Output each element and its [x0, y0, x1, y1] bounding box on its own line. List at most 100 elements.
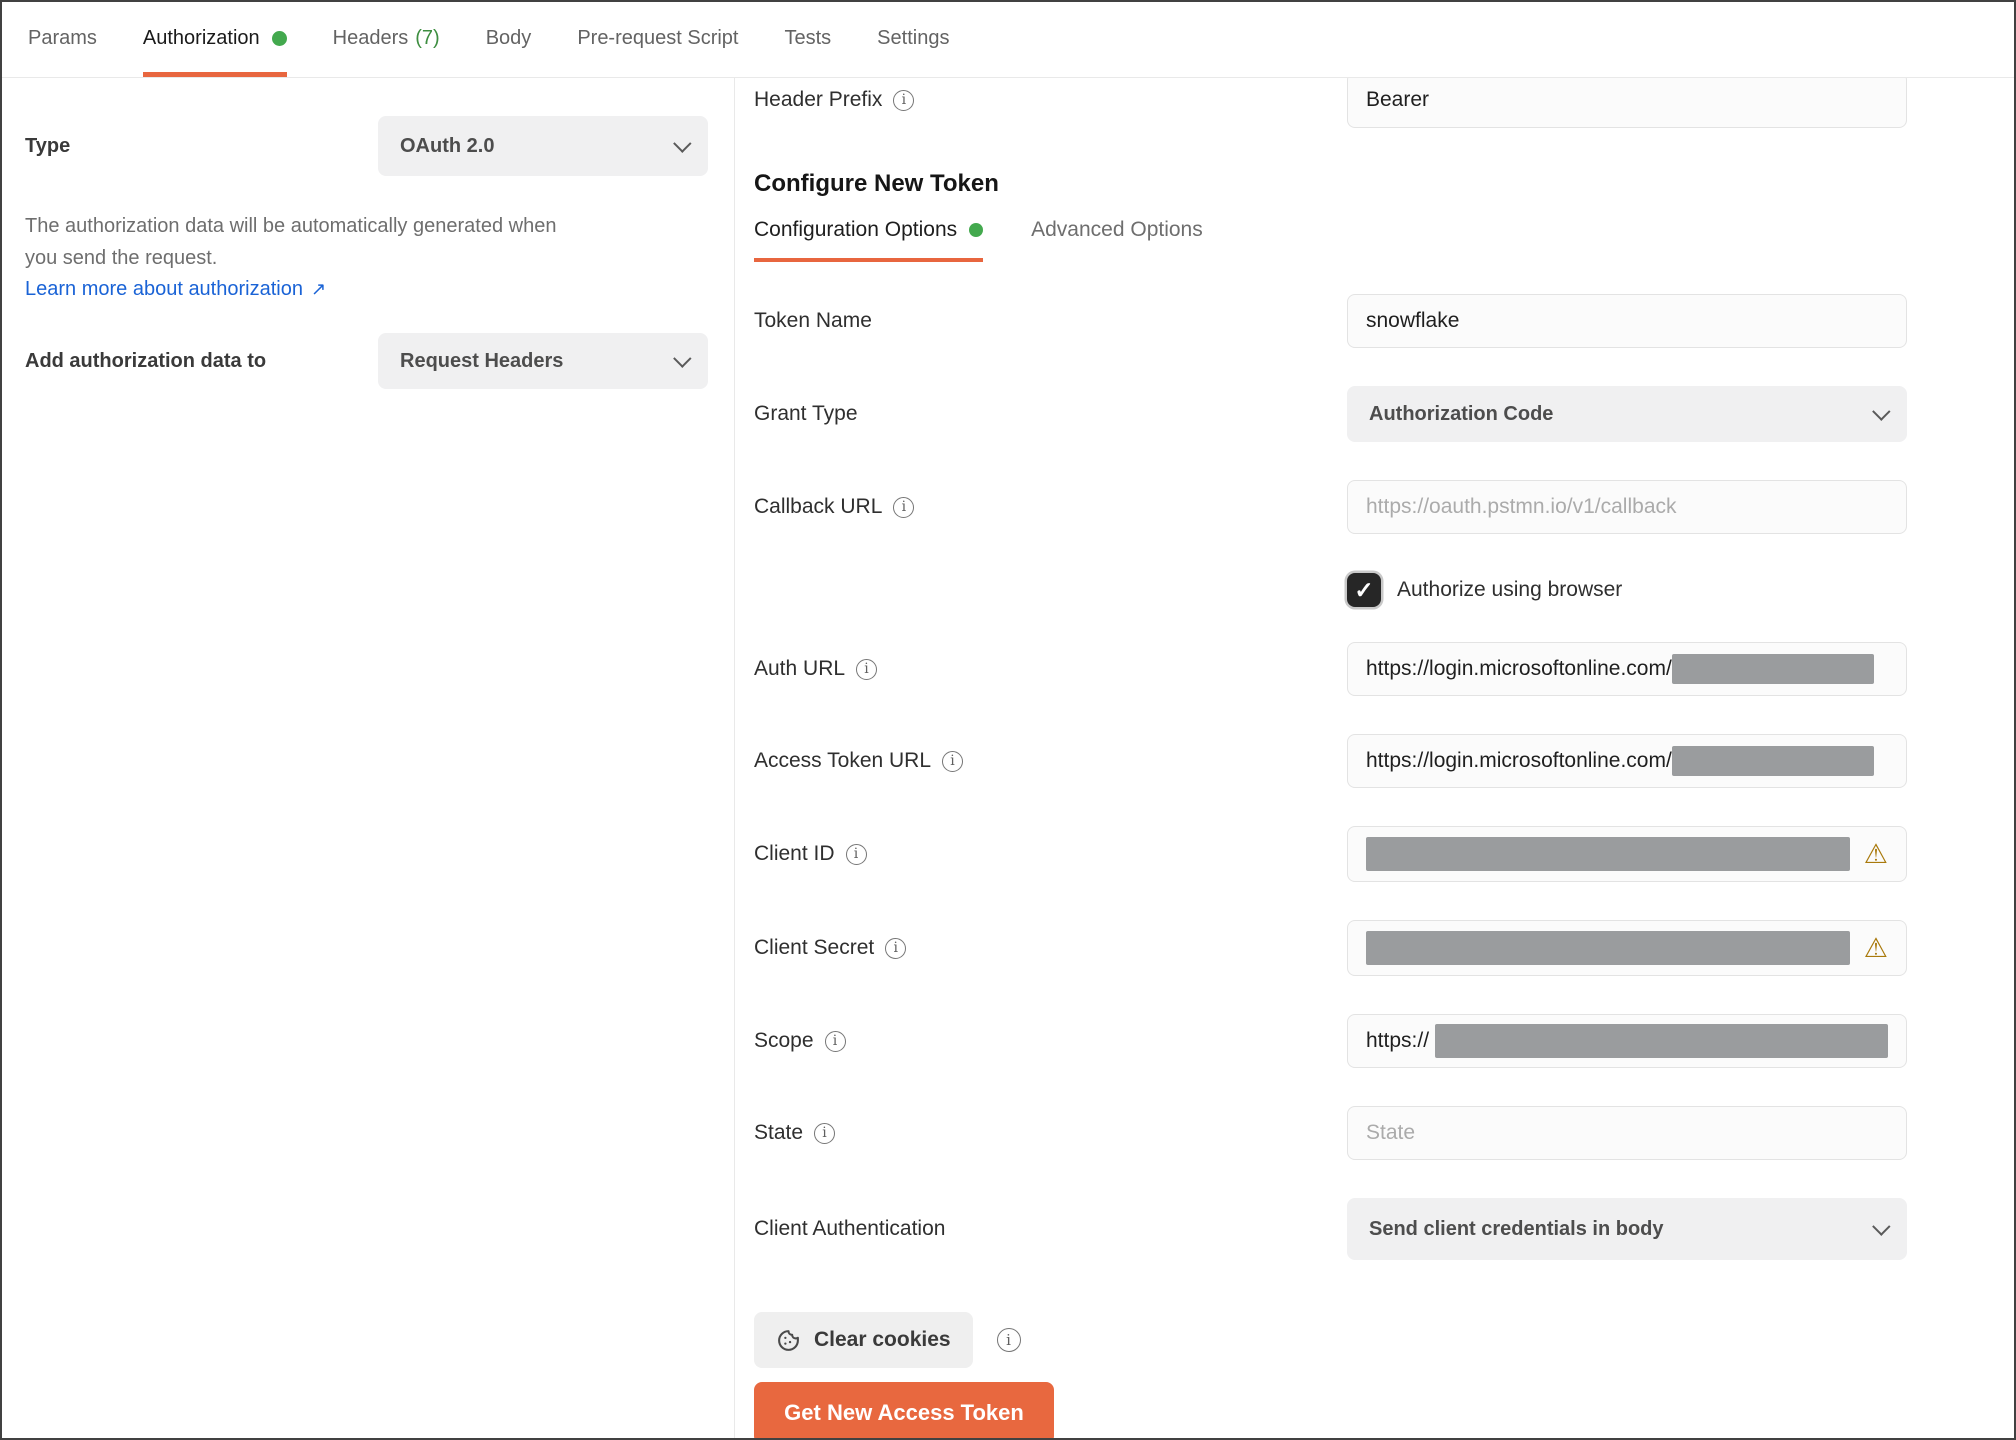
warning-icon[interactable]: ⚠: [1864, 840, 1888, 868]
header-prefix-row-label: Header Prefix i: [754, 88, 1347, 112]
tab-label: Headers: [332, 27, 409, 49]
tab-settings[interactable]: Settings: [877, 2, 949, 77]
tab-label: Authorization: [142, 27, 260, 49]
tab-advanced-options[interactable]: Advanced Options: [1031, 218, 1203, 262]
token-name-row-label: Token Name: [754, 309, 1347, 333]
redacted-value: [1435, 1024, 1888, 1058]
redacted-value: [1671, 746, 1874, 776]
get-new-access-token-label: Get New Access Token: [784, 1400, 1024, 1425]
warning-icon[interactable]: ⚠: [1864, 934, 1888, 962]
add-auth-value: Request Headers: [400, 349, 564, 372]
state-input[interactable]: [1347, 1106, 1907, 1160]
token-name-label: Token Name: [754, 309, 872, 332]
state-row-label: State i: [754, 1121, 1347, 1145]
tab-headers[interactable]: Headers (7): [333, 2, 440, 77]
scope-row-label: Scope i: [754, 1029, 1347, 1053]
grant-type-value: Authorization Code: [1369, 402, 1554, 425]
authorize-browser-checkbox[interactable]: ✓: [1347, 573, 1381, 607]
chevron-down-icon: [673, 133, 692, 153]
tab-label: Pre-request Script: [577, 27, 739, 49]
tab-body[interactable]: Body: [486, 2, 532, 77]
chevron-down-icon: [1872, 401, 1891, 421]
info-icon[interactable]: i: [856, 658, 878, 680]
callback-url-row-label: Callback URL i: [754, 495, 1347, 519]
auth-url-label: Auth URL: [754, 657, 846, 680]
access-token-url-row-label: Access Token URL i: [754, 749, 1347, 773]
auth-description: The authorization data will be automatic…: [25, 215, 557, 269]
learn-more-link[interactable]: Learn more about authorization ↗: [25, 278, 326, 301]
learn-more-label: Learn more about authorization: [25, 278, 303, 300]
chevron-down-icon: [673, 348, 692, 368]
client-authentication-row-label: Client Authentication: [754, 1217, 1347, 1241]
tab-authorization[interactable]: Authorization: [142, 2, 287, 77]
auth-type-value: OAuth 2.0: [400, 134, 495, 157]
auth-url-input[interactable]: https://login.microsoftonline.com/: [1347, 642, 1907, 696]
access-token-url-input[interactable]: https://login.microsoftonline.com/: [1347, 734, 1907, 788]
access-token-url-value: https://login.microsoftonline.com/: [1366, 749, 1672, 772]
header-prefix-label: Header Prefix: [754, 88, 883, 111]
tab-label: Params: [28, 27, 97, 49]
tab-configuration-options[interactable]: Configuration Options: [754, 218, 984, 262]
redacted-value: [1366, 931, 1850, 965]
client-authentication-value: Send client credentials in body: [1369, 1217, 1664, 1240]
grant-type-row-label: Grant Type: [754, 402, 1347, 426]
info-icon[interactable]: i: [824, 1030, 846, 1052]
tab-label: Body: [485, 27, 532, 49]
checkmark-icon: ✓: [1354, 576, 1374, 603]
oauth-config-panel: Header Prefix i Configure New Token Conf…: [735, 78, 2014, 1438]
authorize-browser-label: Authorize using browser: [1397, 578, 1623, 601]
add-auth-label: Add authorization data to: [25, 349, 267, 372]
auth-url-row-label: Auth URL i: [754, 657, 1347, 681]
client-secret-input[interactable]: ⚠: [1347, 920, 1907, 976]
callback-url-label: Callback URL: [754, 495, 883, 518]
redacted-value: [1366, 837, 1850, 871]
authorize-using-browser-option[interactable]: ✓ Authorize using browser: [1347, 572, 1907, 608]
tab-params[interactable]: Params: [28, 2, 97, 77]
green-dot-icon: [969, 223, 984, 237]
info-icon[interactable]: i: [893, 89, 915, 111]
client-secret-row-label: Client Secret i: [754, 936, 1347, 960]
client-id-input[interactable]: ⚠: [1347, 826, 1907, 882]
client-authentication-label: Client Authentication: [754, 1217, 946, 1240]
info-icon[interactable]: i: [996, 1328, 1021, 1352]
client-authentication-select[interactable]: Send client credentials in body: [1347, 1198, 1907, 1260]
grant-type-select[interactable]: Authorization Code: [1347, 386, 1907, 442]
tab-label: Advanced Options: [1031, 218, 1203, 241]
scope-input[interactable]: https://: [1347, 1014, 1907, 1068]
client-id-label: Client ID: [754, 842, 835, 865]
configure-new-token-title: Configure New Token: [754, 170, 999, 197]
client-secret-label: Client Secret: [754, 936, 875, 959]
header-prefix-input[interactable]: [1347, 78, 1907, 128]
clear-cookies-button[interactable]: Clear cookies: [754, 1312, 973, 1368]
clear-cookies-label: Clear cookies: [814, 1328, 951, 1351]
tab-tests[interactable]: Tests: [784, 2, 831, 77]
client-id-row-label: Client ID i: [754, 842, 1347, 866]
tab-label: Tests: [784, 27, 832, 49]
scope-label: Scope: [754, 1029, 814, 1052]
auth-url-value: https://login.microsoftonline.com/: [1366, 657, 1672, 680]
redacted-value: [1671, 654, 1874, 684]
request-editor-pane: Params Authorization Headers (7) Body Pr…: [0, 0, 2016, 1440]
green-dot-icon: [271, 31, 287, 46]
auth-type-select[interactable]: OAuth 2.0: [378, 116, 708, 176]
scope-value: https://: [1366, 1029, 1430, 1052]
token-name-input[interactable]: [1347, 294, 1907, 348]
external-link-icon: ↗: [310, 279, 327, 299]
grant-type-label: Grant Type: [754, 402, 858, 425]
cookie-icon: [778, 1329, 799, 1351]
access-token-url-label: Access Token URL: [754, 749, 932, 772]
state-label: State: [754, 1121, 804, 1144]
headers-count-badge: (7): [415, 27, 440, 49]
callback-url-input[interactable]: [1347, 480, 1907, 534]
get-new-access-token-button[interactable]: Get New Access Token: [754, 1382, 1054, 1438]
info-icon[interactable]: i: [845, 843, 867, 865]
request-tabbar: Params Authorization Headers (7) Body Pr…: [2, 2, 2014, 78]
add-auth-select[interactable]: Request Headers: [378, 333, 708, 389]
type-label: Type: [25, 134, 71, 157]
info-icon[interactable]: i: [814, 1122, 836, 1144]
tab-pre-request-script[interactable]: Pre-request Script: [577, 2, 738, 77]
info-icon[interactable]: i: [942, 750, 964, 772]
info-icon[interactable]: i: [893, 496, 915, 518]
info-icon[interactable]: i: [885, 937, 907, 959]
token-config-tabs: Configuration Options Advanced Options: [754, 218, 2014, 262]
